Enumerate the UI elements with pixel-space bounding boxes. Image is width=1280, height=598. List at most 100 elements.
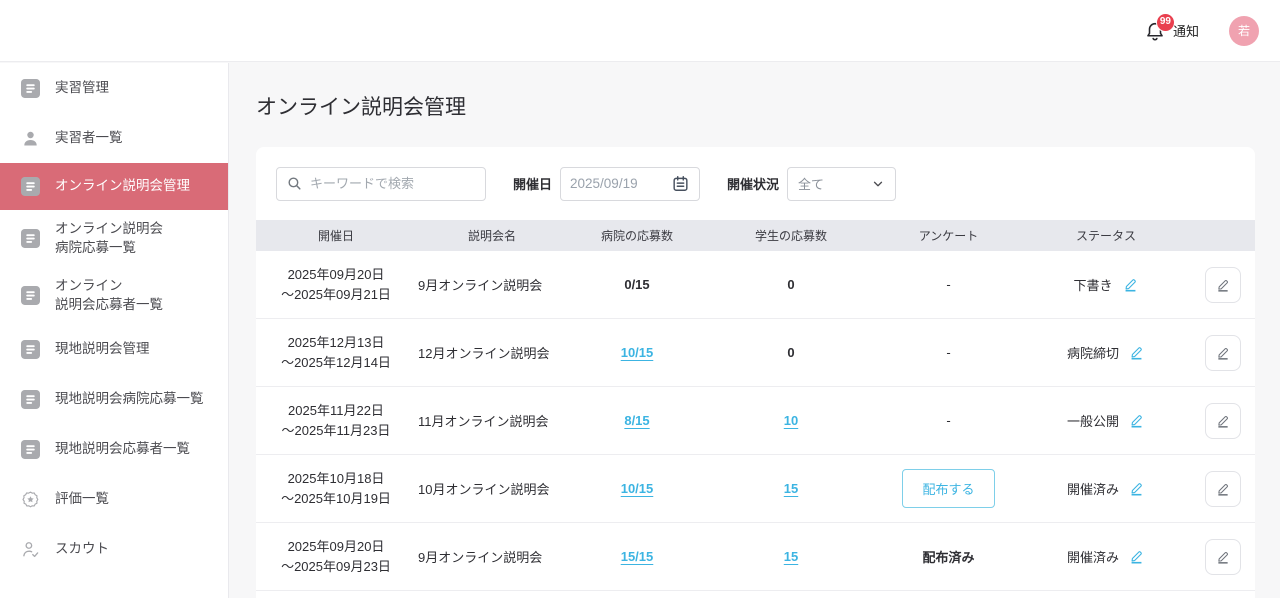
event-date-cell: 2025年09月20日〜2025年09月21日 [256,265,416,305]
event-date: 2025年12月13日〜2025年12月14日 [281,333,391,373]
status-edit-pencil-icon[interactable] [1128,344,1145,361]
status-cell: 病院締切 [1021,343,1191,362]
row-edit-button[interactable] [1205,267,1241,303]
hospital-applications-link[interactable]: 8/15 [624,413,649,428]
student-applications-cell: 0 [706,345,876,360]
sidebar-item-jisshu-kanri[interactable]: 実習管理 [0,63,228,113]
hospital-applications-link[interactable]: 10/15 [621,481,654,496]
sidebar-item-jisshusha-ichiran[interactable]: 実習者一覧 [0,113,228,163]
app-root: 99 通知 若 実習管理実習者一覧オンライン説明会管理オンライン説明会病院応募一… [0,0,1280,598]
sidebar-item-online-setsumeikai-obosha-ichiran[interactable]: オンライン説明会応募者一覧 [0,267,228,324]
survey-distribute-button[interactable]: 配布する [902,469,994,508]
date-filter-label: 開催日 [513,174,552,193]
avatar[interactable]: 若 [1229,16,1259,46]
hospital-applications-link[interactable]: 10/15 [621,345,654,360]
actions-cell [1191,539,1255,575]
event-name-cell: 12月オンライン説明会 [416,343,568,362]
pencil-icon [1215,413,1231,429]
row-edit-button[interactable] [1205,471,1241,507]
status-cell: 一般公開 [1021,411,1191,430]
event-date-cell: 2025年12月13日〜2025年12月14日 [256,333,416,373]
scout-icon [21,540,40,559]
status-text: 開催済み [1067,479,1119,498]
student-applications-cell: 15 [706,549,876,564]
table-row: 2025年11月22日〜2025年11月23日11月オンライン説明会 8/15 10… [256,387,1255,455]
status-text: 一般公開 [1067,411,1119,430]
notification-badge: 99 [1156,13,1175,32]
search-box [276,167,486,201]
sidebar-item-scout[interactable]: スカウト [0,524,228,574]
student-applications-cell: 0 [706,277,876,292]
row-edit-button[interactable] [1205,403,1241,439]
search-icon [286,175,303,192]
survey-cell: 配布済み [876,547,1021,566]
sidebar-item-label: スカウト [55,540,109,558]
status: 開催済み [1067,479,1145,498]
sidebar-item-genchi-setsumeikai-byoin-obo-ichiran[interactable]: 現地説明会病院応募一覧 [0,374,228,424]
event-date: 2025年09月20日〜2025年09月23日 [281,537,391,577]
sidebar-item-genchi-setsumeikai-kanri[interactable]: 現地説明会管理 [0,324,228,374]
table-row: 2025年12月13日〜2025年12月14日 12月オンライン説明会 10/15 0… [256,319,1255,387]
student-applications-link[interactable]: 15 [784,549,798,564]
table-header-row: 開催日説明会名病院の応募数学生の応募数アンケートステータス [256,220,1255,251]
hospital-applications-link[interactable]: 15/15 [621,549,654,564]
student-applications-link[interactable]: 15 [784,481,798,496]
survey-cell: 配布する [876,469,1021,508]
sidebar-nav: 実習管理実習者一覧オンライン説明会管理オンライン説明会病院応募一覧オンライン説明… [0,63,228,574]
pencil-icon [1215,277,1231,293]
sidebar-item-genchi-setsumeikai-obosha-ichiran[interactable]: 現地説明会応募者一覧 [0,424,228,474]
table-row: 2025年09月20日〜2025年09月21日9月オンライン説明会0/150-下… [256,251,1255,319]
status-text: 開催済み [1067,547,1119,566]
search-input[interactable] [310,176,476,191]
status-edit-pencil-icon[interactable] [1128,480,1145,497]
status-edit-pencil-icon[interactable] [1128,548,1145,565]
row-edit-button[interactable] [1205,539,1241,575]
student-applications-cell: 10 [706,413,876,428]
document-icon [21,229,40,248]
event-name-cell: 11月オンライン説明会 [416,411,568,430]
student-applications-value: 0 [787,277,794,292]
event-name-cell: 9月オンライン説明会 [416,275,568,294]
status-text: 下書き [1073,275,1112,294]
status: 開催済み [1067,547,1145,566]
column-header: 説明会名 [416,227,568,244]
status-edit-pencil-icon[interactable] [1122,276,1139,293]
sidebar-item-online-setsumeikai-kanri[interactable]: オンライン説明会管理 [0,163,228,210]
date-input[interactable]: 2025/09/19 [560,167,700,201]
sidebar-item-label: オンライン説明会管理 [55,177,190,195]
event-date-cell: 2025年10月18日〜2025年10月19日 [256,469,416,509]
student-applications-cell: 15 [706,481,876,496]
document-icon [21,286,40,305]
filter-bar: 開催日 2025/09/19 開催状況 全て [256,147,1255,220]
notification-button[interactable]: 99 通知 [1144,19,1199,43]
bell-icon: 99 [1144,19,1166,43]
column-header: アンケート [876,227,1021,244]
row-edit-button[interactable] [1205,335,1241,371]
column-header: 学生の応募数 [706,227,876,244]
sidebar-item-label: 現地説明会応募者一覧 [55,440,190,458]
student-applications-link[interactable]: 10 [784,413,798,428]
survey-value: - [946,413,950,428]
actions-cell [1191,403,1255,439]
sidebar-item-hyoka-ichiran[interactable]: 評価一覧 [0,474,228,524]
sidebar-item-label: 実習者一覧 [55,129,123,147]
survey-cell: - [876,345,1021,360]
main-content: オンライン説明会管理 開催日 2025/09/19 [230,63,1280,598]
notification-label: 通知 [1173,21,1199,40]
status-text: 病院締切 [1067,343,1119,362]
hospital-applications-cell: 10/15 [568,345,706,360]
hospital-applications-cell: 8/15 [568,413,706,428]
chevron-down-icon [871,177,885,191]
topbar: 99 通知 若 [0,0,1280,62]
sidebar-item-online-setsumeikai-byoin-obo-ichiran[interactable]: オンライン説明会病院応募一覧 [0,210,228,267]
actions-cell [1191,471,1255,507]
sidebar-item-label: オンライン説明会病院応募一覧 [55,220,163,256]
calendar-icon [671,174,690,193]
event-date-cell: 2025年11月22日〜2025年11月23日 [256,401,416,441]
document-icon [21,340,40,359]
status-cell: 下書き [1021,275,1191,294]
status-select[interactable]: 全て [787,167,896,201]
status-edit-pencil-icon[interactable] [1128,412,1145,429]
document-icon [21,390,40,409]
sidebar-item-label: 実習管理 [55,79,109,97]
